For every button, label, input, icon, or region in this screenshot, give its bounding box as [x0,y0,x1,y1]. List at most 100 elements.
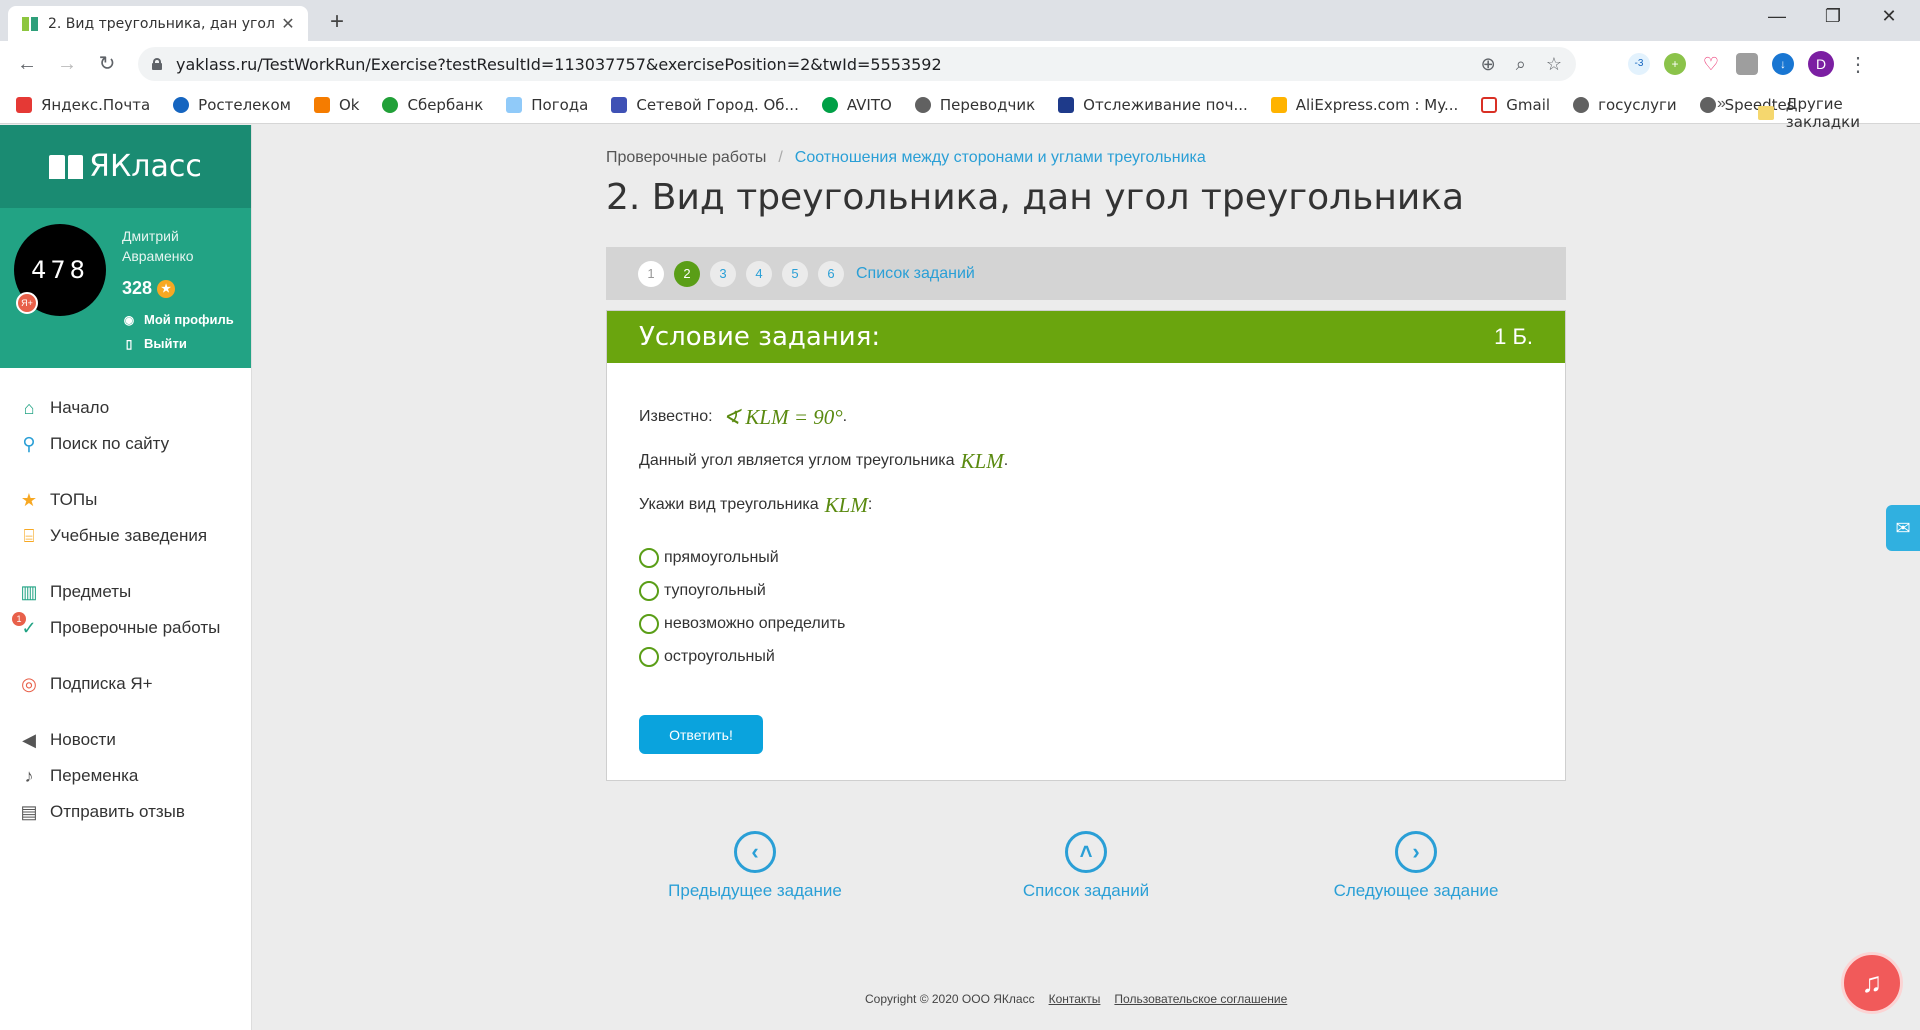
heart-icon[interactable]: ♡ [1700,53,1722,75]
page-number[interactable]: 3 [710,260,736,287]
radio-button[interactable] [639,580,659,601]
menu-kebab-icon[interactable]: ⋮ [1848,52,1868,77]
back-icon[interactable]: ← [14,51,40,77]
answer-option[interactable]: тупоугольный [639,574,1533,607]
zoom-icon[interactable]: ⌕ [1516,54,1526,75]
radio-button[interactable] [639,613,659,634]
page-number[interactable]: 4 [746,260,772,287]
answer-option[interactable]: прямоугольный [639,541,1533,574]
submit-answer-button[interactable]: Ответить! [639,715,763,754]
answer-option[interactable]: остроугольный [639,640,1533,673]
browser-tab[interactable]: 2. Вид треугольника, дан угол тр ✕ [8,6,308,41]
search-icon: ⚲ [22,433,36,454]
site-logo[interactable]: ЯКласс [0,125,251,208]
yaklass-favicon-icon [22,16,38,31]
close-tab-icon[interactable]: ✕ [278,14,298,34]
profile-avatar[interactable]: D [1808,51,1834,77]
radio-button[interactable] [639,547,659,568]
logout-link[interactable]: ▯ Выйти [122,336,187,351]
bookmark-item[interactable]: Ok [313,96,359,114]
breadcrumb-root[interactable]: Проверочные работы [606,149,766,167]
bookmark-item[interactable]: госуслуги [1573,96,1677,114]
next-task-link[interactable]: › Следующее задание [1286,831,1546,901]
task-list-link[interactable]: Список заданий [856,265,975,283]
radio-button[interactable] [639,646,659,667]
task-header-title: Условие задания: [639,322,881,352]
math-expression: KLM [960,448,1004,473]
bookmark-item[interactable]: AliExpress.com : My... [1270,96,1458,114]
chevron-up-icon[interactable]: ˄ [1065,831,1107,873]
sidebar-item-tests[interactable]: 1 ✓ Проверочные работы [0,610,251,646]
answer-option[interactable]: невозможно определить [639,607,1533,640]
contacts-link[interactable]: Контакты [1049,992,1101,1006]
folder-icon [1758,106,1774,120]
bookmark-item[interactable]: Переводчик [914,96,1035,114]
breadcrumb-current[interactable]: Соотношения между сторонами и углами тре… [795,149,1206,167]
answer-options: прямоугольный тупоугольный невозможно оп… [639,541,1533,673]
sidebar-item-feedback[interactable]: ▤ Отправить отзыв [0,794,251,830]
bookmark-item[interactable]: Сетевой Город. Об... [611,96,799,114]
reload-icon[interactable]: ↻ [94,51,120,77]
bookmark-star-icon[interactable]: ☆ [1546,54,1562,75]
page-number-active[interactable]: 2 [674,260,700,287]
my-profile-link[interactable]: ◉ Мой профиль [122,312,234,327]
globe-icon [914,97,931,113]
bell-icon: ♪ [24,765,34,786]
footer: Copyright © 2020 ООО ЯКласс Контакты Пол… [865,992,1287,1006]
bookmarks-more-icon[interactable]: » [1717,95,1726,113]
bookmark-item[interactable]: Отслеживание поч... [1058,96,1248,114]
bookmark-item[interactable]: Сбербанк [382,96,483,114]
comment-icon: ▤ [20,801,38,822]
chevron-left-icon[interactable]: ‹ [734,831,776,873]
sidebar-item-search[interactable]: ⚲ Поиск по сайту [0,426,251,462]
sidebar-item-subscription[interactable]: ◎ Подписка Я+ [0,666,251,702]
user-icon: ◉ [123,312,135,327]
lock-icon [152,58,162,70]
page-number[interactable]: 6 [818,260,844,287]
bookmark-item[interactable]: AVITO [821,96,892,114]
extension-green-icon[interactable]: + [1664,53,1686,75]
task-score: 1 Б. [1494,324,1533,349]
sidebar-item-subjects[interactable]: ▥ Предметы [0,574,251,610]
download-icon[interactable]: ↓ [1772,53,1794,75]
copyright: Copyright © 2020 ООО ЯКласс [865,992,1035,1006]
weather-icon [506,97,523,113]
shield-icon[interactable] [1736,53,1758,75]
notification-bell-icon[interactable]: ♫ [1841,952,1903,1014]
bookmark-item[interactable]: Gmail [1481,96,1550,114]
address-bar[interactable]: yaklass.ru/TestWorkRun/Exercise?testResu… [138,47,1576,81]
agreement-link[interactable]: Пользовательское соглашение [1114,992,1287,1006]
install-icon[interactable]: ⊕ [1481,54,1496,75]
task-list-bottom-link[interactable]: ˄ Список заданий [956,831,1216,901]
bookmark-item[interactable]: Ростелеком [173,96,291,114]
bookmark-item[interactable]: Погода [506,96,588,114]
browser-toolbar: ← → ↻ yaklass.ru/TestWorkRun/Exercise?te… [0,41,1920,87]
forward-icon[interactable]: → [54,51,80,77]
page-number[interactable]: 5 [782,260,808,287]
page-title: 2. Вид треугольника, дан угол треугольни… [606,177,1465,218]
url-text[interactable]: yaklass.ru/TestWorkRun/Exercise?testResu… [176,55,942,74]
close-window-icon[interactable]: ✕ [1874,6,1904,27]
notification-count: 1 [12,612,26,626]
page-number[interactable]: 1 [638,260,664,287]
chevron-right-icon[interactable]: › [1395,831,1437,873]
restore-icon[interactable]: ❐ [1818,6,1848,27]
mail-feedback-icon[interactable]: ✉ [1886,505,1920,551]
new-tab-icon[interactable]: + [325,8,349,36]
task-condition-line: Данный угол является углом треугольника … [639,448,1009,473]
tab-title: 2. Вид треугольника, дан угол тр [48,15,278,32]
user-points: 328 ★ [122,278,176,299]
bookmark-item[interactable]: Яндекс.Почта [16,96,150,114]
sidebar-item-break[interactable]: ♪ Переменка [0,758,251,794]
sidebar-item-tops[interactable]: ★ ТОПы [0,482,251,518]
mail-icon [16,97,32,113]
prev-task-link[interactable]: ‹ Предыдущее задание [625,831,885,901]
sidebar-item-home[interactable]: ⌂ Начало [0,390,251,426]
user-name[interactable]: Дмитрий Авраменко [122,226,242,266]
sidebar-item-news[interactable]: ◀ Новости [0,722,251,758]
minimize-icon[interactable]: — [1762,6,1792,27]
sidebar-item-schools[interactable]: ⌸ Учебные заведения [0,518,251,554]
extension-badge-icon[interactable]: -3 [1628,53,1650,75]
browser-tabstrip: 2. Вид треугольника, дан угол тр ✕ + — ❐… [0,0,1920,41]
institution-icon: ⌸ [23,525,35,546]
